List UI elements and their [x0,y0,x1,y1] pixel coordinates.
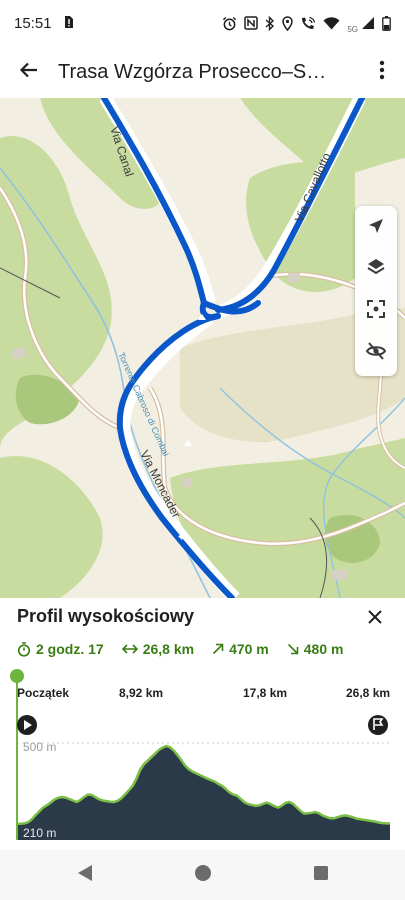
visibility-toggle-button[interactable] [355,333,397,373]
distance-value: 26,8 km [142,641,195,657]
wifi-icon [323,16,340,30]
more-vert-icon [379,60,385,85]
start-flag[interactable] [16,714,38,736]
building [288,273,300,282]
recenter-button[interactable] [355,291,397,331]
overflow-menu-button[interactable] [359,46,405,98]
navigate-button[interactable] [355,208,397,248]
alarm-icon [222,16,237,31]
home-circle-icon [194,864,212,887]
timer-icon [17,641,31,657]
building [332,570,348,580]
navigation-arrow-icon [367,217,385,240]
back-button[interactable] [0,46,58,98]
stat-duration: 2 godz. 17 [17,641,104,657]
elevation-area [17,746,390,840]
network-type: 5G [347,24,358,34]
descent-value: 480 m [303,641,344,657]
elevation-min-label: 210 m [23,826,57,840]
route-title: Trasa Wzgórza Prosecco–S… [58,60,327,83]
nfc-icon [244,16,259,30]
system-nav-bar [0,850,405,900]
elevation-chart[interactable]: Początek 8,92 km 17,8 km 26,8 km 500 m 2… [0,668,405,848]
stat-distance: 26,8 km [121,641,195,657]
system-back-button[interactable] [70,860,100,890]
visibility-off-icon [365,341,387,365]
system-recents-button[interactable] [306,860,336,890]
distance-arrows-icon [121,643,138,655]
ascent-arrow-icon [212,643,224,655]
wifi-call-icon [300,16,316,31]
finish-flag-icon [367,715,389,740]
arrow-back-icon [19,60,39,85]
elevation-profile-graph [10,669,390,840]
signal-icon [361,16,375,30]
status-time: 15:51 [14,14,52,32]
close-button[interactable] [360,604,390,634]
layers-button[interactable] [355,249,397,289]
app-bar: Trasa Wzgórza Prosecco–S… [0,46,405,98]
recents-square-icon [313,865,329,886]
map-canvas[interactable]: Via Canal Via Cavallotto Via Moncader To… [0,98,405,598]
stat-ascent: 470 m [212,641,269,657]
location-icon [282,15,294,31]
map-view[interactable]: Via Canal Via Cavallotto Via Moncader To… [0,98,405,598]
battery-icon [382,15,391,31]
recenter-icon [367,299,385,323]
status-bar: 15:51 5G [0,0,405,46]
route-stats: 2 godz. 17 26,8 km 470 m 480 m [17,640,361,658]
bluetooth-icon [265,15,275,31]
descent-arrow-icon [287,643,299,655]
system-home-button[interactable] [188,860,218,890]
elevation-profile-sheet: Profil wysokościowy 2 godz. 17 26,8 km 4… [0,598,405,850]
forest-area [0,456,103,598]
finish-flag[interactable] [367,714,389,736]
elevation-max-label: 500 m [23,740,57,754]
close-icon [367,609,383,630]
duration-value: 2 godz. 17 [36,641,104,657]
sheet-title: Profil wysokościowy [17,606,195,626]
start-play-icon [16,715,38,740]
stat-descent: 480 m [287,641,344,657]
ascent-value: 470 m [229,641,269,657]
layers-icon [366,257,386,282]
building [182,478,191,487]
sim-alert-icon [64,15,74,32]
map-controls-panel [355,206,397,376]
position-marker [10,669,24,683]
back-triangle-icon [77,864,93,887]
